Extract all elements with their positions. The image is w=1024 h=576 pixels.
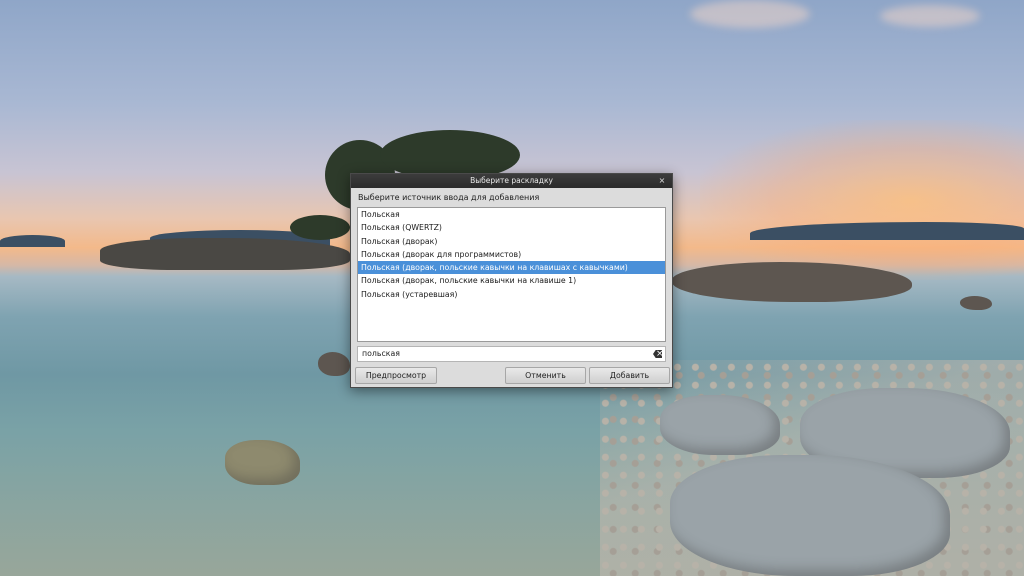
rock xyxy=(960,296,992,310)
rocks-right xyxy=(672,262,912,302)
add-button[interactable]: Добавить xyxy=(589,367,670,384)
boulder xyxy=(225,440,300,485)
island xyxy=(0,235,65,247)
boulder xyxy=(660,395,780,455)
close-icon[interactable]: × xyxy=(657,174,667,188)
clear-icon[interactable] xyxy=(653,350,662,358)
cancel-button[interactable]: Отменить xyxy=(505,367,586,384)
preview-button[interactable]: Предпросмотр xyxy=(355,367,437,384)
rock xyxy=(318,352,350,376)
cloud xyxy=(880,5,980,27)
list-item[interactable]: Польская (устаревшая) xyxy=(358,288,665,301)
cloud xyxy=(690,0,810,28)
dialog-titlebar[interactable]: Выберите раскладку × xyxy=(351,174,672,188)
list-item[interactable]: Польская (дворак, польские кавычки на кл… xyxy=(358,274,665,287)
list-item[interactable]: Польская (дворак для программистов) xyxy=(358,248,665,261)
boulder xyxy=(670,455,950,576)
search-input[interactable] xyxy=(362,347,642,361)
list-item-selected[interactable]: Польская (дворак, польские кавычки на кл… xyxy=(358,261,665,275)
choose-layout-dialog: Выберите раскладку × Выберите источник в… xyxy=(350,173,673,388)
search-field xyxy=(357,346,666,362)
tree xyxy=(290,215,350,240)
list-item[interactable]: Польская xyxy=(358,208,665,221)
rocks-left xyxy=(100,238,350,270)
dialog-prompt: Выберите источник ввода для добавления xyxy=(358,193,540,202)
list-item[interactable]: Польская (QWERTZ) xyxy=(358,221,665,234)
dialog-title: Выберите раскладку xyxy=(470,176,553,185)
sunset-glow xyxy=(700,120,1024,280)
list-item[interactable]: Польская (дворак) xyxy=(358,235,665,248)
desktop-wallpaper: Выберите раскладку × Выберите источник в… xyxy=(0,0,1024,576)
layout-list[interactable]: Польская Польская (QWERTZ) Польская (дво… xyxy=(357,207,666,342)
